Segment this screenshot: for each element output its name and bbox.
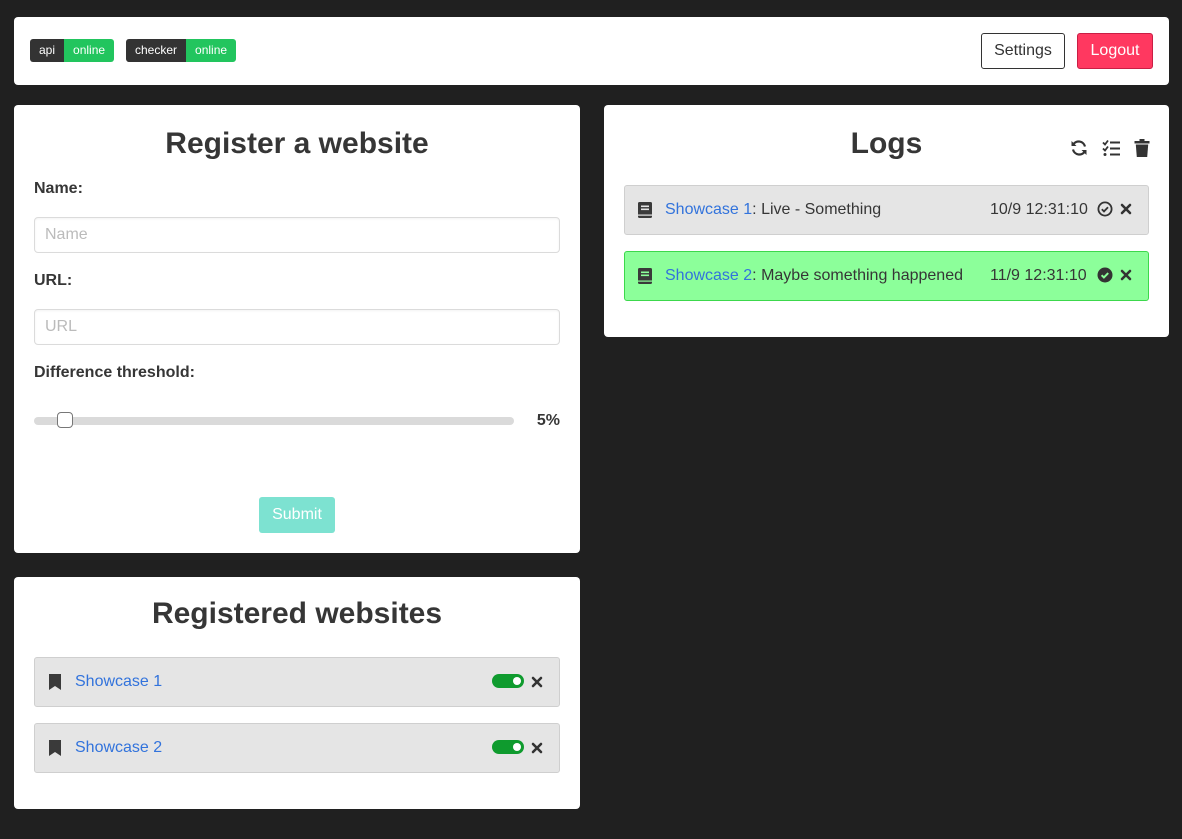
url-label: URL:: [34, 272, 73, 289]
url-input[interactable]: [34, 309, 560, 345]
log-site-link[interactable]: Showcase 1: [665, 201, 752, 218]
log-entry: Showcase 2: Maybe something happened 11/…: [624, 251, 1149, 301]
api-status-badge: api online: [30, 39, 115, 62]
site-link[interactable]: Showcase 2: [75, 739, 162, 757]
site-enabled-toggle[interactable]: [492, 740, 524, 754]
site-enabled-toggle[interactable]: [492, 674, 524, 688]
threshold-value: 5%: [536, 412, 560, 429]
register-title: Register a website: [165, 127, 429, 160]
toggle-knob: [513, 677, 521, 685]
trash-icon[interactable]: [1134, 139, 1150, 157]
toggle-knob: [513, 743, 521, 751]
close-icon[interactable]: [1120, 269, 1132, 281]
badge-label: checker: [126, 39, 187, 62]
registered-title: Registered websites: [151, 597, 443, 630]
name-label: Name:: [34, 180, 83, 197]
registered-websites-card: Registered websites Showcase 1 Showcase …: [14, 577, 580, 809]
close-icon[interactable]: [1120, 203, 1132, 215]
refresh-icon[interactable]: [1070, 139, 1088, 157]
top-bar: api online checker online Settings Logou…: [14, 17, 1169, 85]
submit-button[interactable]: Submit: [259, 497, 335, 533]
settings-button[interactable]: Settings: [981, 33, 1065, 69]
log-text: : Maybe something happened: [752, 267, 963, 284]
check-circle-outline-icon[interactable]: [1097, 201, 1113, 217]
register-website-card: Register a website Name: URL: Difference…: [14, 105, 580, 553]
log-timestamp: 11/9 12:31:10: [990, 267, 1087, 284]
log-message: Showcase 1: Live - Something: [665, 201, 881, 219]
log-message: Showcase 2: Maybe something happened: [665, 267, 963, 285]
list-item: Showcase 1: [34, 657, 560, 707]
badge-status: online: [186, 39, 237, 62]
slider-handle[interactable]: [57, 412, 74, 428]
book-icon: [638, 268, 652, 284]
log-entry: Showcase 1: Live - Something 10/9 12:31:…: [624, 185, 1149, 235]
book-icon: [638, 202, 652, 218]
checker-status-badge: checker online: [126, 39, 237, 62]
badge-label: api: [30, 39, 65, 62]
site-link[interactable]: Showcase 1: [75, 673, 162, 691]
log-timestamp: 10/9 12:31:10: [990, 201, 1088, 218]
logout-button[interactable]: Logout: [1077, 33, 1153, 69]
logs-card: Logs Showcase 1: Live - Something 10/9 1…: [604, 105, 1169, 337]
name-input[interactable]: [34, 217, 560, 253]
log-text: : Live - Something: [752, 201, 882, 218]
log-site-link[interactable]: Showcase 2: [665, 267, 752, 284]
badge-status: online: [64, 39, 115, 62]
close-icon[interactable]: [531, 742, 543, 754]
checklist-icon[interactable]: [1102, 139, 1120, 157]
close-icon[interactable]: [531, 676, 543, 688]
threshold-label: Difference threshold:: [34, 364, 195, 381]
bookmark-icon: [49, 674, 61, 690]
list-item: Showcase 2: [34, 723, 560, 773]
check-circle-icon[interactable]: [1097, 267, 1113, 283]
bookmark-icon: [49, 740, 61, 756]
threshold-slider[interactable]: [34, 412, 514, 428]
